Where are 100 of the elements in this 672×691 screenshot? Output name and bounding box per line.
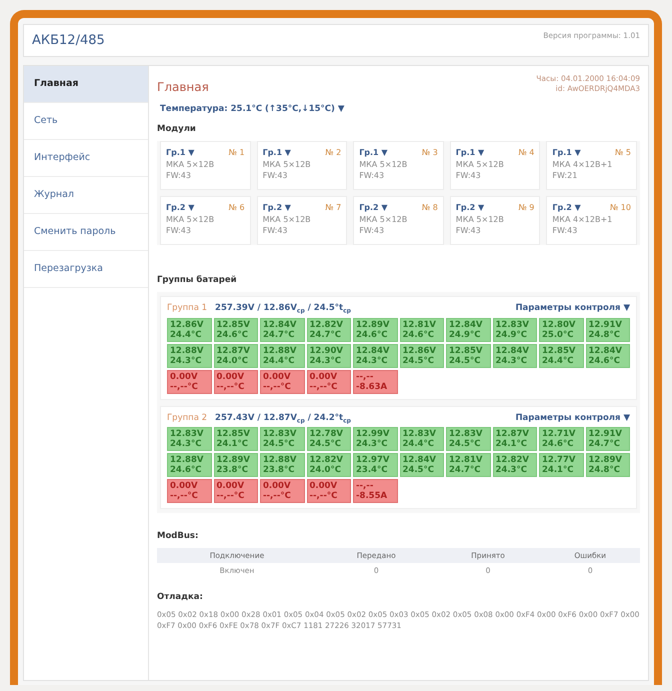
battery-cell: 12.89V 24.8°C [586, 453, 630, 478]
battery-cell: 0.00V --,--°C [260, 370, 304, 394]
module-number: № 10 [610, 202, 631, 213]
section-title: Отладка: [157, 592, 204, 602]
battery-cell: 12.83V 24.4°C [400, 427, 444, 452]
battery-cell: 0.00V --,--°C [167, 370, 212, 394]
battery-cell: --,-- -8.63A [353, 370, 398, 394]
battery-cell: 12.84V 24.3°C [353, 344, 398, 368]
temperature-dropdown[interactable]: Температура: 25.1°C (↑35°C,↓15°C) ▼ [160, 104, 640, 114]
battery-cell: 12.84V 24.3°C [492, 344, 537, 368]
sidebar-item[interactable]: Перезагрузка [24, 251, 148, 288]
group-summary: 257.43V / 12.87V$_{ср}$ / 24.2°t$_{ср}$ [215, 412, 351, 424]
page-title: Главная [157, 80, 209, 94]
sidebar-item[interactable]: Сеть [24, 103, 148, 140]
group-dropdown[interactable]: Гр.2 ▼ [262, 202, 291, 213]
battery-cell: 12.97V 23.4°C [353, 453, 398, 478]
battery-cell: 12.84V 24.7°C [260, 318, 304, 342]
control-parameters-link[interactable]: Параметры контроля ▼ [515, 303, 630, 313]
battery-cell: 12.82V 24.0°C [306, 453, 351, 478]
battery-cell: 12.80V 25.0°C [539, 318, 584, 342]
firmware-version: FW:43 [166, 225, 192, 236]
group-name: Группа 1 [167, 303, 208, 313]
battery-cell: 12.87V 24.1°C [492, 427, 537, 452]
battery-cell: 0.00V --,--°C [306, 479, 351, 504]
module-type: МКА 5×12В [262, 214, 312, 225]
firmware-version: FW:43 [262, 225, 289, 236]
section-title: Модули [157, 124, 197, 134]
sidebar-item[interactable]: Сменить пароль [24, 214, 148, 251]
control-parameters-link[interactable]: Параметры контроля ▼ [515, 412, 630, 423]
sidebar-item[interactable]: Главная [24, 66, 148, 103]
battery-cell: 12.91V 24.8°C [586, 318, 630, 342]
module-number: № 4 [518, 147, 534, 158]
battery-cell: 12.83V 24.5°C [260, 427, 304, 452]
module-type: МКА 5×12В [262, 159, 312, 170]
firmware-version: FW:43 [456, 225, 482, 236]
group-name: Группа 2 [167, 412, 208, 423]
firmware-version: FW:43 [552, 225, 578, 236]
battery-cell: 12.83V 24.3°C [167, 427, 212, 452]
module-number: № 9 [518, 202, 534, 213]
module-type: МКА 5×12В [359, 214, 408, 225]
battery-cell: 12.85V 24.6°C [214, 318, 258, 342]
module-number: № 5 [615, 147, 631, 158]
battery-cell: 12.81V 24.6°C [400, 318, 444, 342]
firmware-version: FW:43 [456, 170, 482, 181]
sidebar-item[interactable]: Журнал [24, 177, 148, 214]
battery-cell: 12.85V 24.5°C [446, 344, 490, 368]
module-number: № 1 [228, 147, 245, 158]
battery-cell: 12.89V 24.6°C [353, 318, 398, 342]
battery-cell: 12.82V 24.3°C [492, 453, 537, 478]
battery-cell: 12.88V 24.4°C [260, 344, 304, 368]
battery-cell: 12.88V 23.8°C [260, 453, 304, 478]
section-title: ModBus: [157, 531, 200, 542]
group-summary: 257.39V / 12.86V$_{ср}$ / 24.5°t$_{ср}$ [215, 303, 351, 315]
firmware-version: FW:43 [359, 225, 386, 236]
battery-cell: --,-- -8.55A [353, 479, 398, 504]
module-number: № 2 [325, 147, 342, 158]
module-type: МКА 5×12В [359, 159, 408, 170]
group-dropdown[interactable]: Гр.1 ▼ [552, 147, 581, 158]
module-number: № 3 [422, 147, 438, 158]
battery-cell: 12.88V 24.3°C [167, 344, 212, 368]
battery-cell: 12.77V 24.1°C [539, 453, 584, 478]
group-dropdown[interactable]: Гр.2 ▼ [166, 202, 194, 213]
battery-cell: 12.88V 24.6°C [167, 453, 212, 478]
battery-cell: 12.78V 24.5°C [306, 427, 351, 452]
sidebar-item[interactable]: Интерфейс [24, 140, 148, 177]
battery-cell: 12.83V 24.9°C [492, 318, 537, 342]
battery-cell: 12.91V 24.7°C [586, 427, 630, 452]
firmware-version: FW:43 [262, 170, 289, 181]
battery-cell: 12.87V 24.0°C [214, 344, 258, 368]
battery-cell: 12.90V 24.3°C [306, 344, 351, 368]
battery-cell: 12.86V 24.4°C [167, 318, 212, 342]
group-dropdown[interactable]: Гр.1 ▼ [262, 147, 291, 158]
module-type: МКА 5×12В [166, 214, 216, 225]
group-dropdown[interactable]: Гр.2 ▼ [359, 202, 388, 213]
battery-cell: 0.00V --,--°C [167, 479, 212, 504]
battery-cell: 12.85V 24.1°C [214, 427, 258, 452]
group-dropdown[interactable]: Гр.1 ▼ [456, 147, 484, 158]
group-dropdown[interactable]: Гр.2 ▼ [552, 202, 581, 213]
firmware-version: FW:43 [166, 170, 192, 181]
battery-cell: 12.86V 24.5°C [400, 344, 444, 368]
section-title: Группы батарей [157, 275, 238, 285]
battery-cell: 12.84V 24.6°C [586, 344, 630, 368]
battery-cell: 12.85V 24.4°C [539, 344, 584, 368]
battery-cell: 12.71V 24.6°C [539, 427, 584, 452]
group-dropdown[interactable]: Гр.2 ▼ [456, 202, 484, 213]
module-number: № 7 [325, 202, 342, 213]
battery-cell: 0.00V --,--°C [306, 370, 351, 394]
battery-cell: 12.84V 24.5°C [400, 453, 444, 478]
group-dropdown[interactable]: Гр.1 ▼ [359, 147, 388, 158]
firmware-version: FW:21 [552, 170, 578, 181]
group-dropdown[interactable]: Гр.1 ▼ [166, 147, 194, 158]
module-type: МКА 5×12В [456, 214, 505, 225]
battery-cell: 12.81V 24.7°C [446, 453, 490, 478]
battery-cell: 0.00V --,--°C [260, 479, 304, 504]
firmware-version: FW:43 [359, 170, 386, 181]
module-number: № 6 [228, 202, 245, 213]
module-number: № 8 [422, 202, 438, 213]
module-type: МКА 4×12В+1 [552, 214, 614, 225]
battery-cell: 0.00V --,--°C [214, 370, 258, 394]
battery-cell: 0.00V --,--°C [214, 479, 258, 504]
